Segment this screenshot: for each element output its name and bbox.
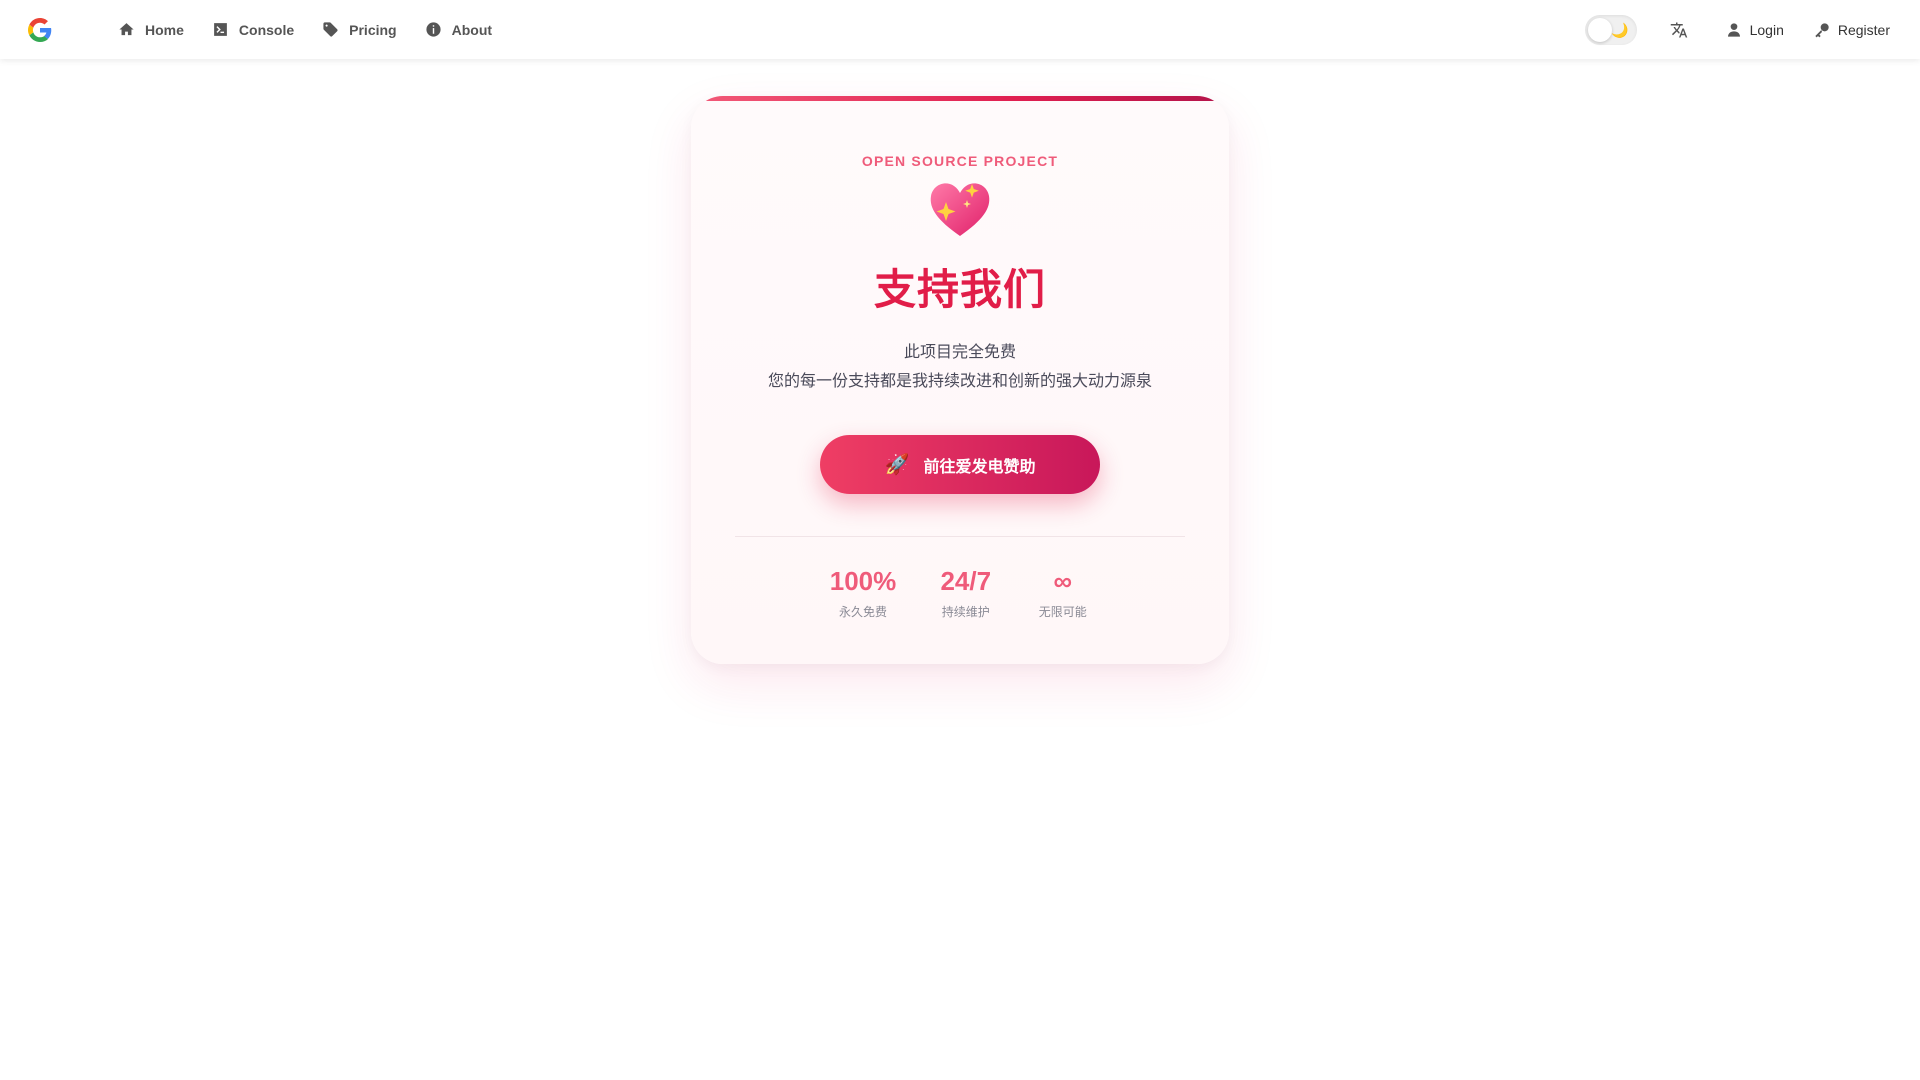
stat-label: 永久免费 [838,605,887,619]
stat-label: 无限可能 [1038,605,1087,619]
desc-line-1: 此项目完全免费 [903,344,1016,361]
nav-console[interactable]: Console [212,0,294,59]
stat-value: 100% [829,566,897,596]
card-title: 支持我们 [873,266,1046,313]
moon-icon: 🌙 [1611,21,1629,38]
stat-item: 100% 永久免费 [830,565,897,620]
register-label: Register [1837,21,1890,38]
stat-item: 24/7 持续维护 [938,565,993,620]
info-icon [426,22,441,37]
sparkling-heart-icon [927,178,993,240]
terminal-icon [214,23,227,36]
key-icon [1815,22,1829,37]
stat-value: 24/7 [940,566,992,596]
tag-icon [323,22,338,37]
nav-pricing[interactable]: Pricing [322,0,397,59]
nav-about-label: About [451,21,493,38]
rocket-icon: 🚀 [884,453,910,476]
toggle-knob [1587,17,1612,42]
card-description: 此项目完全免费 您的每一份支持都是我持续改进和创新的强大动力源泉 [691,338,1229,396]
sponsor-button[interactable]: 🚀 前往爱发电赞助 [820,435,1100,494]
user-icon [1727,22,1740,37]
language-button[interactable] [1667,18,1691,42]
stats-row: 100% 永久免费 24/7 持续维护 ∞ 无限可能 [691,565,1229,620]
stat-item: ∞ 无限可能 [1035,565,1090,620]
card-accent-bar [691,96,1229,101]
theme-toggle[interactable]: 🌙 [1584,14,1637,45]
top-navbar: Home Console Pricing About 🌙 Login Regis… [0,0,1920,59]
stat-label: 持续维护 [941,605,990,619]
google-logo-icon[interactable] [28,18,52,42]
nav-pricing-label: Pricing [349,21,397,38]
home-icon [119,23,134,36]
card-eyebrow: OPEN SOURCE PROJECT [861,153,1059,169]
sponsor-button-label: 前往爱发电赞助 [923,458,1036,476]
nav-home[interactable]: Home [118,0,184,59]
login-label: Login [1749,21,1784,38]
desc-line-2: 您的每一份支持都是我持续改进和创新的强大动力源泉 [767,373,1152,390]
main-nav: Home Console Pricing About [118,0,492,59]
card-divider [735,536,1185,537]
nav-console-label: Console [238,21,295,38]
login-link[interactable]: Login [1726,22,1784,38]
support-card: OPEN SOURCE PROJECT 支持我们 此项目完全免费 您的每一份支持… [691,96,1229,664]
register-link[interactable]: Register [1814,22,1890,38]
nav-home-label: Home [145,21,184,38]
nav-about[interactable]: About [425,0,492,59]
nav-right: 🌙 Login Register [1584,0,1890,59]
translate-icon [1670,22,1687,37]
stat-value: ∞ [1053,566,1073,596]
